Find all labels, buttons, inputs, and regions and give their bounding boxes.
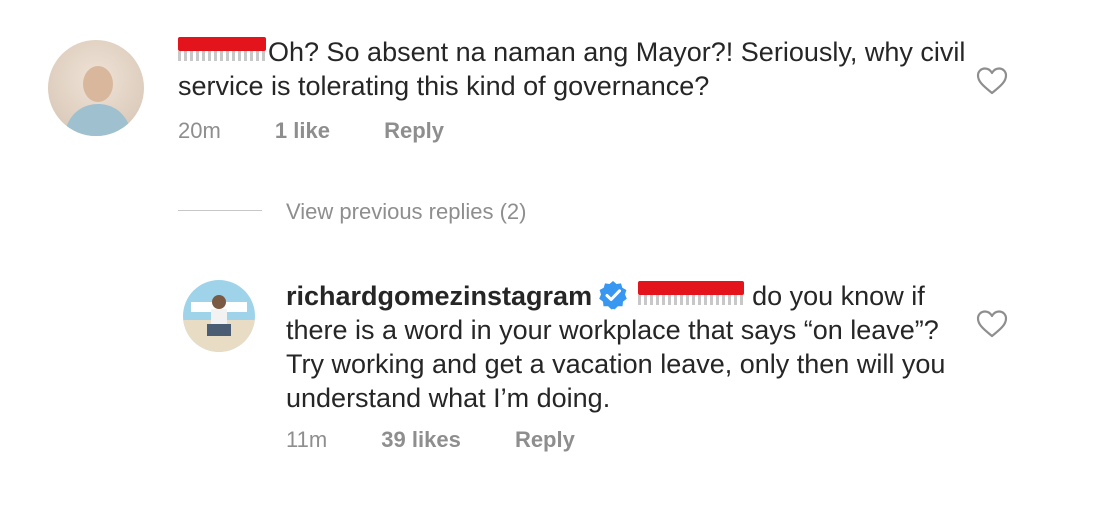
commenter-avatar[interactable]: [48, 40, 144, 136]
avatar-image: [48, 40, 144, 136]
reply-text-block: richardgomezinstagram do you know if the…: [286, 279, 946, 415]
reply-reply-button[interactable]: Reply: [515, 427, 575, 453]
comment-text: Oh? So absent na naman ang Mayor?! Serio…: [178, 37, 966, 101]
verified-badge-icon: [598, 280, 628, 310]
comment-time: 20m: [178, 118, 221, 143]
heart-icon: [976, 310, 1008, 338]
replies-divider: [178, 210, 262, 211]
reply-time: 11m: [286, 427, 328, 452]
reply-likes[interactable]: 39 likes: [381, 427, 461, 453]
redacted-mention: [638, 281, 745, 305]
comment-likes[interactable]: 1 like: [275, 118, 330, 144]
view-previous-replies-link[interactable]: View previous replies (2): [286, 199, 526, 225]
comment-like-button[interactable]: [976, 66, 1008, 96]
heart-icon: [976, 67, 1008, 95]
reply-avatar[interactable]: [183, 280, 255, 352]
comment-text-block: Oh? So absent na naman ang Mayor?! Serio…: [178, 35, 968, 103]
reply-like-button[interactable]: [976, 309, 1008, 339]
reply-meta: 11m 39 likes Reply: [286, 427, 575, 453]
comment-reply-button[interactable]: Reply: [384, 118, 444, 144]
avatar-image: [183, 280, 255, 352]
reply-username[interactable]: richardgomezinstagram: [286, 281, 592, 311]
redacted-username: [178, 37, 266, 61]
comment-meta: 20m 1 like Reply: [178, 118, 444, 144]
